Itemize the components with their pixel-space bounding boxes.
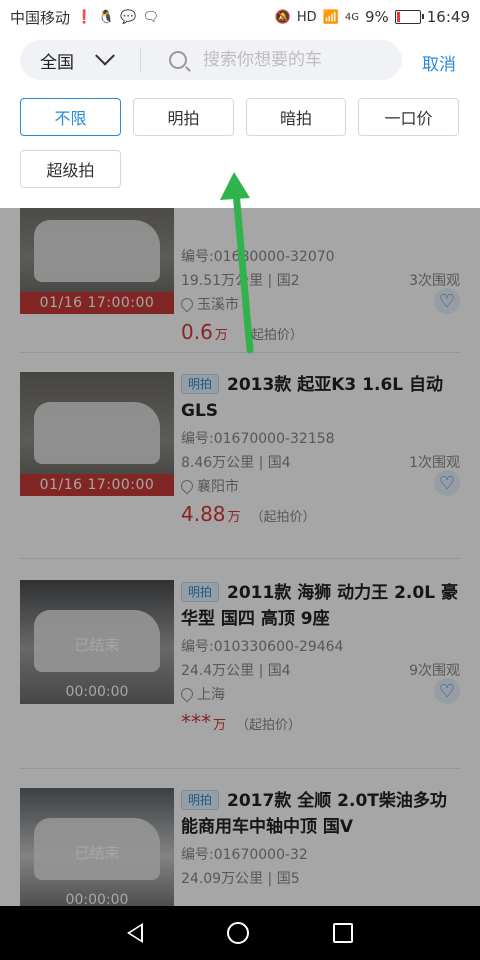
battery-percent: 9% — [364, 8, 389, 26]
hd-icon: HD — [296, 9, 317, 25]
chevron-down-icon — [95, 45, 115, 66]
qq-icon: 🐧 — [98, 9, 115, 25]
carrier-label: 中国移动 — [10, 8, 71, 27]
recent-apps-icon[interactable] — [333, 923, 353, 943]
search-icon — [169, 51, 187, 69]
search-bar: 全国 — [20, 40, 402, 80]
filter-sealed-auction[interactable]: 暗拍 — [246, 98, 346, 136]
search-input[interactable] — [201, 49, 365, 71]
back-icon[interactable] — [127, 923, 143, 943]
filter-super-auction[interactable]: 超级拍 — [20, 150, 121, 188]
battery-icon — [394, 10, 424, 24]
search-divider — [140, 47, 141, 73]
notification-icon: ❗ — [76, 9, 93, 25]
filter-unlimited[interactable]: 不限 — [20, 98, 121, 136]
system-nav-bar — [0, 906, 480, 960]
home-icon[interactable] — [227, 922, 249, 944]
wifi-icon: 📶 — [322, 9, 339, 25]
status-bar: 中国移动 ❗ 🐧 💬 🗨 🔕 HD 📶 4G 9% 16:49 — [0, 0, 480, 34]
clock: 16:49 — [426, 8, 470, 26]
cancel-button[interactable]: 取消 — [422, 50, 456, 75]
filter-fixed-price[interactable]: 一口价 — [358, 98, 459, 136]
region-label: 全国 — [40, 52, 74, 73]
wechat-icon: 💬 — [120, 9, 137, 25]
message-icon: 🗨 — [142, 9, 160, 25]
mute-icon: 🔕 — [274, 9, 291, 25]
green-arrow-icon — [220, 172, 254, 354]
filter-open-auction[interactable]: 明拍 — [133, 98, 234, 136]
region-selector[interactable]: 全国 — [20, 45, 120, 73]
network-label: 4G — [344, 11, 359, 23]
